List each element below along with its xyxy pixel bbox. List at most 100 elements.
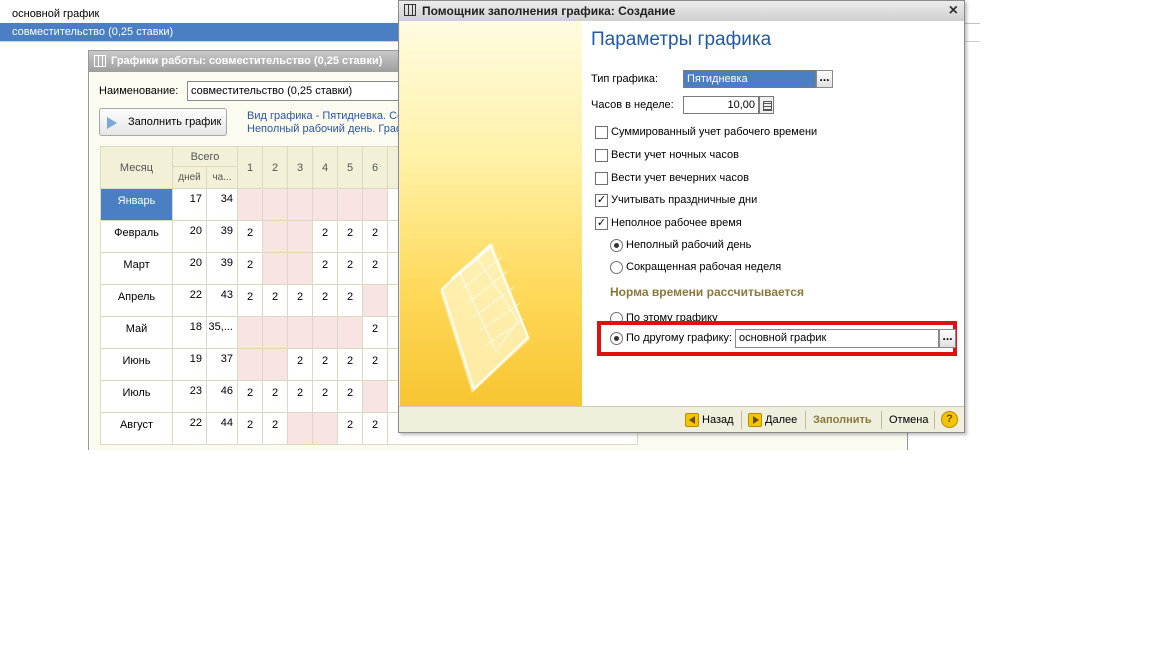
- day-cell[interactable]: [312, 188, 338, 221]
- hours-cell[interactable]: 34: [206, 188, 238, 221]
- days-cell[interactable]: 22: [172, 412, 207, 445]
- day-cell[interactable]: 2: [362, 316, 388, 349]
- day-cell[interactable]: 2: [262, 284, 288, 317]
- day-cell[interactable]: 2: [337, 284, 363, 317]
- day-cell[interactable]: [312, 412, 338, 445]
- day-cell[interactable]: [287, 412, 313, 445]
- day-cell[interactable]: 2: [312, 348, 338, 381]
- column-header-month[interactable]: Месяц: [100, 146, 173, 189]
- hours-cell[interactable]: 35,...: [206, 316, 238, 349]
- radio-short-week[interactable]: Сокращенная рабочая неделя: [610, 260, 781, 276]
- column-header-total[interactable]: Всего: [172, 146, 238, 167]
- hours-cell[interactable]: 39: [206, 220, 238, 253]
- column-header-day[interactable]: 4: [312, 146, 338, 189]
- hours-per-week-field[interactable]: 10,00: [683, 96, 759, 114]
- month-cell[interactable]: Август: [100, 412, 173, 445]
- day-cell[interactable]: [237, 316, 263, 349]
- day-cell[interactable]: 2: [262, 380, 288, 413]
- day-cell[interactable]: [362, 188, 388, 221]
- day-cell[interactable]: [287, 316, 313, 349]
- hours-cell[interactable]: 43: [206, 284, 238, 317]
- day-cell[interactable]: 2: [287, 348, 313, 381]
- day-cell[interactable]: [262, 316, 288, 349]
- month-cell[interactable]: Май: [100, 316, 173, 349]
- day-cell[interactable]: 2: [362, 348, 388, 381]
- day-cell[interactable]: 2: [362, 252, 388, 285]
- day-cell[interactable]: 2: [237, 252, 263, 285]
- day-cell[interactable]: 2: [287, 284, 313, 317]
- calculator-icon[interactable]: [759, 96, 774, 114]
- day-cell[interactable]: [262, 348, 288, 381]
- day-cell[interactable]: 2: [312, 380, 338, 413]
- day-cell[interactable]: [362, 284, 388, 317]
- day-cell[interactable]: 2: [337, 412, 363, 445]
- column-header-day[interactable]: 5: [337, 146, 363, 189]
- day-cell[interactable]: [262, 252, 288, 285]
- column-header-day[interactable]: 2: [262, 146, 288, 189]
- day-cell[interactable]: 2: [362, 412, 388, 445]
- list-item-selected[interactable]: совместительство (0,25 ставки): [0, 23, 400, 42]
- day-cell[interactable]: 2: [362, 220, 388, 253]
- day-cell[interactable]: 2: [237, 220, 263, 253]
- month-cell[interactable]: Январь: [100, 188, 173, 221]
- month-cell[interactable]: Июнь: [100, 348, 173, 381]
- column-header-hours[interactable]: ча...: [206, 166, 238, 189]
- days-cell[interactable]: 19: [172, 348, 207, 381]
- day-cell[interactable]: 2: [312, 252, 338, 285]
- day-cell[interactable]: [262, 188, 288, 221]
- days-cell[interactable]: 20: [172, 220, 207, 253]
- wizard-title-bar[interactable]: Помощник заполнения графика: Создание ×: [399, 1, 964, 21]
- type-select-button[interactable]: ...: [816, 70, 833, 88]
- day-cell[interactable]: [237, 348, 263, 381]
- days-cell[interactable]: 22: [172, 284, 207, 317]
- name-input[interactable]: совместительство (0,25 ставки): [187, 81, 427, 101]
- fill-schedule-button[interactable]: Заполнить график: [99, 108, 227, 136]
- checkbox-summed[interactable]: Суммированный учет рабочего времени: [595, 125, 817, 141]
- cancel-button[interactable]: Отмена: [889, 412, 928, 428]
- hours-cell[interactable]: 44: [206, 412, 238, 445]
- day-cell[interactable]: 2: [337, 348, 363, 381]
- schedule-info[interactable]: Вид графика - Пятидневка. Со Неполный ра…: [247, 110, 405, 136]
- type-field[interactable]: Пятидневка: [683, 70, 816, 88]
- column-header-day[interactable]: 6: [362, 146, 388, 189]
- day-cell[interactable]: 2: [312, 220, 338, 253]
- other-schedule-select-button[interactable]: ...: [939, 329, 956, 348]
- days-cell[interactable]: 18: [172, 316, 207, 349]
- days-cell[interactable]: 20: [172, 252, 207, 285]
- hours-cell[interactable]: 39: [206, 252, 238, 285]
- day-cell[interactable]: [362, 380, 388, 413]
- day-cell[interactable]: 2: [287, 380, 313, 413]
- month-cell[interactable]: Июль: [100, 380, 173, 413]
- column-header-days[interactable]: дней: [172, 166, 207, 189]
- fill-button[interactable]: Заполнить: [813, 412, 872, 428]
- days-cell[interactable]: 23: [172, 380, 207, 413]
- month-cell[interactable]: Март: [100, 252, 173, 285]
- day-cell[interactable]: 2: [237, 284, 263, 317]
- help-icon[interactable]: ?: [941, 411, 958, 428]
- radio-other-schedule[interactable]: По другому графику:: [610, 331, 732, 347]
- checkbox-part-time[interactable]: ✓ Неполное рабочее время: [595, 216, 742, 232]
- hours-cell[interactable]: 37: [206, 348, 238, 381]
- days-cell[interactable]: 17: [172, 188, 207, 221]
- month-cell[interactable]: Апрель: [100, 284, 173, 317]
- day-cell[interactable]: [337, 316, 363, 349]
- day-cell[interactable]: [337, 188, 363, 221]
- radio-part-time-day[interactable]: Неполный рабочий день: [610, 238, 751, 254]
- day-cell[interactable]: [287, 188, 313, 221]
- hours-cell[interactable]: 46: [206, 380, 238, 413]
- day-cell[interactable]: [312, 316, 338, 349]
- day-cell[interactable]: 2: [262, 412, 288, 445]
- day-cell[interactable]: [287, 252, 313, 285]
- day-cell[interactable]: 2: [237, 412, 263, 445]
- column-header-day[interactable]: 3: [287, 146, 313, 189]
- close-icon[interactable]: ×: [949, 1, 958, 21]
- column-header-day[interactable]: 1: [237, 146, 263, 189]
- checkbox-evening-hours[interactable]: Вести учет вечерних часов: [595, 171, 749, 187]
- day-cell[interactable]: 2: [337, 252, 363, 285]
- checkbox-night-hours[interactable]: Вести учет ночных часов: [595, 148, 739, 164]
- month-cell[interactable]: Февраль: [100, 220, 173, 253]
- back-button[interactable]: Назад: [685, 412, 734, 428]
- day-cell[interactable]: [237, 188, 263, 221]
- day-cell[interactable]: 2: [337, 220, 363, 253]
- other-schedule-field[interactable]: основной график: [735, 329, 939, 348]
